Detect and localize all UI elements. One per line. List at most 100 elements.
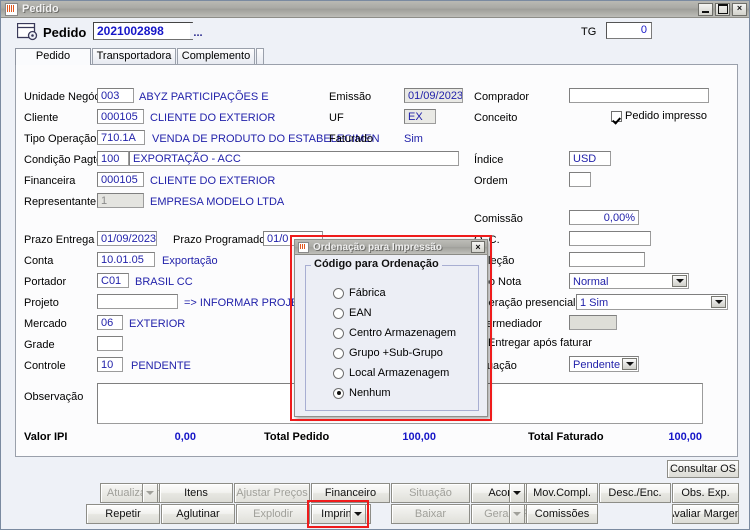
uf-input[interactable]: EX: [404, 109, 436, 124]
dialog-body: Código para Ordenação Fábrica EAN Centro…: [295, 255, 487, 416]
radio-nenhum[interactable]: Nenhum: [333, 387, 391, 399]
portador-input[interactable]: C01: [97, 273, 129, 288]
desc-enc-button[interactable]: Desc./Enc.: [599, 483, 671, 503]
avaliar-margem-button[interactable]: Avaliar Margem: [672, 504, 739, 524]
chevron-down-icon[interactable]: [672, 275, 687, 287]
indice-label: Índice: [474, 154, 504, 166]
operacao-presencial-select[interactable]: 1 Sim: [576, 294, 728, 310]
radio-label: Fábrica: [349, 287, 386, 299]
grade-input[interactable]: [97, 336, 123, 351]
repetir-button[interactable]: Repetir: [86, 504, 160, 524]
radio-grupo-sub-grupo[interactable]: Grupo +Sub-Grupo: [333, 347, 443, 359]
tg-label: TG: [581, 26, 597, 38]
mercado-input[interactable]: 06: [97, 315, 123, 330]
codigo-ordenacao-legend: Código para Ordenação: [311, 258, 442, 270]
tipo-nota-select[interactable]: Normal: [569, 273, 689, 289]
conta-input[interactable]: 10.01.05: [97, 252, 155, 267]
entregar-apos-faturar-label: Entregar após faturar: [488, 337, 592, 349]
tab-pedido[interactable]: Pedido: [15, 48, 91, 65]
order-window: Pedido × Pedido 2021002898 ... TG 0 Pedi…: [0, 0, 750, 530]
explodir-button[interactable]: Explodir: [236, 504, 310, 524]
aglutinar-button[interactable]: Aglutinar: [161, 504, 235, 524]
dialog-close-button[interactable]: ×: [471, 241, 485, 253]
controle-label: Controle: [24, 360, 66, 372]
window-title: Pedido: [22, 3, 59, 15]
cliente-input[interactable]: 000105: [97, 109, 144, 124]
unidade-negocio-label: Unidade Negócio: [24, 91, 109, 103]
unidade-negocio-input[interactable]: 003: [97, 88, 134, 103]
situacao-button[interactable]: Situação: [391, 483, 470, 503]
radio-label: EAN: [349, 307, 372, 319]
oc-input[interactable]: [569, 231, 651, 246]
radio-button: [333, 287, 344, 299]
tab-transportadora[interactable]: Transportadora: [92, 48, 176, 64]
radio-button: [333, 307, 344, 319]
maximize-button[interactable]: [715, 2, 730, 16]
comissoes-button[interactable]: Comissões: [526, 504, 598, 524]
tab-strip: Pedido Transportadora Complemento: [15, 48, 738, 65]
tipo-operacao-input[interactable]: 710.1A: [97, 130, 145, 145]
close-button[interactable]: ×: [732, 2, 747, 16]
checkbox-box: [611, 110, 622, 122]
consultar-os-button[interactable]: Consultar OS: [667, 460, 739, 478]
baixar-button[interactable]: Baixar: [391, 504, 470, 524]
representante-desc: EMPRESA MODELO LTDA: [150, 196, 285, 208]
chevron-down-icon[interactable]: [711, 296, 726, 308]
order-header: Pedido 2021002898 ... TG 0: [1, 18, 749, 48]
atualizar-imp-dropdown[interactable]: [142, 483, 158, 503]
tg-input[interactable]: 0: [606, 22, 652, 39]
radio-fabrica[interactable]: Fábrica: [333, 287, 386, 299]
radio-label: Local Armazenagem: [349, 367, 450, 379]
faturado-label: Faturado: [329, 133, 374, 145]
comprador-label: Comprador: [474, 91, 530, 103]
minimize-button[interactable]: [698, 2, 713, 16]
radio-ean[interactable]: EAN: [333, 307, 372, 319]
condicao-pagto-input[interactable]: 100: [97, 151, 129, 166]
emissao-input[interactable]: 01/09/2023: [404, 88, 463, 103]
obs-exp-button[interactable]: Obs. Exp.: [672, 483, 739, 503]
gerar-nf-dropdown[interactable]: [509, 504, 525, 524]
condicao-pagto-label: Condição Pagto.: [24, 154, 106, 166]
situacao-select[interactable]: Pendente: [569, 356, 639, 372]
tab-spacer: [256, 48, 264, 64]
radio-label: Grupo +Sub-Grupo: [349, 347, 443, 359]
pedido-impresso-checkbox[interactable]: Pedido impresso: [611, 110, 707, 122]
itens-button[interactable]: Itens: [159, 483, 233, 503]
dialog-title: Ordenação para Impressão: [313, 241, 442, 253]
observacao-label: Observação: [24, 391, 84, 403]
representante-input[interactable]: 1: [97, 193, 144, 208]
order-number-input[interactable]: 2021002898: [93, 22, 193, 40]
comprador-input[interactable]: [569, 88, 709, 103]
mercado-desc: EXTERIOR: [129, 318, 186, 330]
faturado-value: Sim: [404, 133, 423, 145]
mov-compl-button[interactable]: Mov.Compl.: [526, 483, 598, 503]
prazo-entrega-input[interactable]: 01/09/2023: [97, 231, 157, 246]
representante-label: Representante: [24, 196, 97, 208]
controle-input[interactable]: 10: [97, 357, 123, 372]
acomp-dropdown[interactable]: [509, 483, 525, 503]
conceito-label: Conceito: [474, 112, 518, 124]
ajustar-precos-button[interactable]: Ajustar Preços: [234, 483, 310, 503]
condicao-pagto-desc[interactable]: EXPORTAÇÃO - ACC: [129, 151, 459, 166]
imprimir-dropdown[interactable]: [350, 504, 366, 524]
tab-complemento[interactable]: Complemento: [177, 48, 255, 64]
order-browse-button[interactable]: ...: [190, 23, 206, 39]
portador-label: Portador: [24, 276, 67, 288]
projeto-input[interactable]: [97, 294, 178, 309]
operacao-presencial-value: 1 Sim: [580, 297, 609, 309]
chevron-down-icon[interactable]: [622, 358, 637, 370]
intermediador-input[interactable]: [569, 315, 617, 330]
window-titlebar: Pedido ×: [1, 1, 749, 18]
colecao-input[interactable]: [569, 252, 645, 267]
entregar-apos-faturar-checkbox[interactable]: Entregar após faturar: [474, 337, 592, 349]
total-pedido-label: Total Pedido: [264, 431, 330, 443]
radio-button: [333, 327, 344, 339]
radio-centro-armazenagem[interactable]: Centro Armazenagem: [333, 327, 456, 339]
radio-local-armazenagem[interactable]: Local Armazenagem: [333, 367, 449, 379]
comissao-input[interactable]: 0,00%: [569, 210, 639, 225]
ordem-input[interactable]: [569, 172, 591, 187]
app-icon: [5, 2, 18, 16]
indice-input[interactable]: USD: [569, 151, 611, 166]
financeira-input[interactable]: 000105: [97, 172, 144, 187]
financeiro-button[interactable]: Financeiro: [311, 483, 390, 503]
